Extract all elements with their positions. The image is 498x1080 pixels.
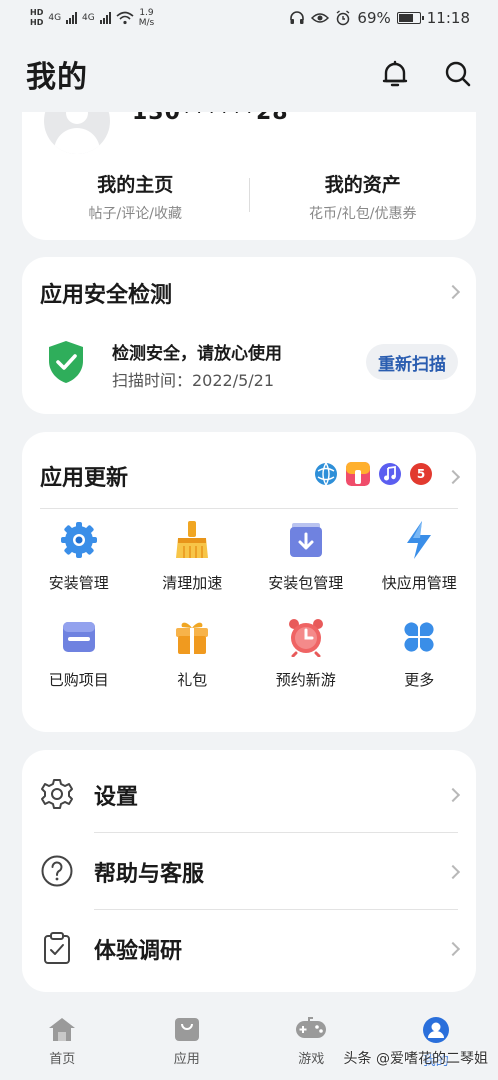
- broom-icon: [172, 520, 212, 560]
- my-homepage-link[interactable]: 我的主页 帖子/评论/收藏: [22, 170, 249, 223]
- hd-label-1: HD: [30, 8, 44, 17]
- security-status: 检测安全，请放心使用: [112, 344, 282, 364]
- page-title: 我的: [26, 60, 88, 95]
- settings-label: 设置: [94, 785, 139, 810]
- package-icon: [286, 520, 326, 560]
- grid-item-label: 已购项目: [48, 671, 109, 689]
- nav-label: 游戏: [298, 1052, 325, 1067]
- profile-links: 我的主页 帖子/评论/收藏 我的资产 花币/礼包/优惠券: [22, 170, 476, 223]
- quick-app-manager-item[interactable]: 快应用管理: [363, 520, 477, 593]
- purchased-item[interactable]: 已购项目: [22, 617, 136, 690]
- alarm-icon: [336, 10, 350, 26]
- grid-item-label: 快应用管理: [381, 574, 457, 592]
- eye-icon: [311, 13, 330, 23]
- scan-time: 扫描时间：2022/5/21: [112, 371, 275, 390]
- home-icon: [49, 1018, 76, 1041]
- header: 我的: [0, 36, 498, 112]
- grid-item-label: 清理加速: [162, 574, 223, 592]
- battery-icon: [396, 12, 424, 24]
- grid-item-label: 更多: [404, 671, 435, 689]
- signal-icon-2: [99, 12, 111, 24]
- tools-grid: 安装管理 清理加速 安装包管理 快应用管理 已购项目 礼包 预约新游 更多: [22, 520, 476, 690]
- theme-app-icon: [346, 462, 370, 486]
- settings-row[interactable]: 设置: [22, 756, 476, 834]
- update-app-icons[interactable]: 5: [314, 462, 432, 486]
- assets-title: 我的资产: [324, 174, 401, 196]
- wallet-icon: [59, 617, 99, 657]
- lightning-icon: [399, 520, 439, 560]
- nav-home[interactable]: 首页: [0, 1002, 125, 1080]
- hd-indicator: HD HD: [30, 8, 43, 28]
- homepage-title: 我的主页: [97, 174, 174, 196]
- clipboard-icon: [44, 932, 70, 964]
- gamepad-icon: [296, 1017, 327, 1038]
- chevron-right-icon: [445, 941, 461, 957]
- experience-survey-label: 体验调研: [94, 939, 183, 964]
- network-type-1: 4G: [48, 13, 62, 23]
- nav-apps[interactable]: 应用: [125, 1002, 250, 1080]
- user-icon: [422, 1017, 449, 1043]
- my-assets-link[interactable]: 我的资产 花币/礼包/优惠券: [250, 170, 477, 223]
- preorder-games-item[interactable]: 预约新游: [249, 617, 363, 690]
- clock-time: 11:18: [426, 9, 470, 27]
- help-service-label: 帮助与客服: [94, 862, 205, 887]
- grid-item-label: 礼包: [177, 671, 208, 689]
- app-update-card: 应用更新 5 安装管理 清理加速 安装包管理 快应用管理 已购项目 礼包 预约新…: [22, 432, 476, 732]
- rescan-button[interactable]: 重新扫描: [366, 344, 458, 380]
- nav-label: 应用: [173, 1052, 200, 1067]
- gift-icon: [172, 617, 212, 657]
- more-grid-icon: [399, 617, 439, 657]
- nav-label: 首页: [49, 1052, 76, 1067]
- network-type-2: 4G: [82, 13, 95, 23]
- shield-check-icon: [49, 341, 83, 383]
- grid-item-label: 安装管理: [48, 574, 109, 592]
- chevron-right-icon: [445, 469, 461, 485]
- experience-survey-row[interactable]: 体验调研: [22, 910, 476, 988]
- headphones-icon: [290, 11, 305, 24]
- header-actions: [382, 60, 472, 88]
- homepage-subtitle: 帖子/评论/收藏: [88, 206, 182, 222]
- app-update-title[interactable]: 应用更新: [40, 460, 128, 492]
- speed-value: 1.9: [139, 8, 154, 18]
- install-manager-item[interactable]: 安装管理: [22, 520, 136, 593]
- chevron-right-icon: [445, 284, 461, 300]
- grid-item-label: 安装包管理: [268, 574, 344, 592]
- watermark: 头条 @爱嗜花的二琴姐: [343, 1051, 488, 1067]
- bottom-nav: 首页 应用 游戏 我的: [0, 1002, 498, 1080]
- nav-mine[interactable]: 我的: [374, 1002, 498, 1080]
- music-app-icon: [379, 463, 401, 485]
- assets-subtitle: 花币/礼包/优惠券: [309, 206, 417, 222]
- search-icon[interactable]: [444, 60, 472, 88]
- gear-icon: [59, 520, 99, 560]
- package-manager-item[interactable]: 安装包管理: [249, 520, 363, 593]
- more-item[interactable]: 更多: [363, 617, 477, 690]
- help-service-row[interactable]: 帮助与客服: [22, 833, 476, 911]
- wifi-icon: [116, 11, 134, 25]
- help-icon: [41, 855, 73, 887]
- chevron-right-icon: [445, 864, 461, 880]
- security-check-card[interactable]: 应用安全检测 检测安全，请放心使用 扫描时间：2022/5/21 重新扫描: [22, 257, 476, 414]
- chevron-right-icon: [445, 787, 461, 803]
- divider: [40, 508, 458, 509]
- nav-games[interactable]: 游戏: [249, 1002, 374, 1080]
- security-title: 应用安全检测: [40, 283, 173, 308]
- browser-app-icon: [315, 462, 337, 486]
- speed-unit: M/s: [138, 18, 155, 28]
- battery-percent: 69%: [357, 9, 391, 27]
- grid-item-label: 预约新游: [275, 671, 336, 689]
- status-bar-left: HD HD 4G 4G 1.9 M/s: [30, 8, 154, 28]
- update-count-badge: 5: [410, 463, 432, 485]
- clean-speedup-item[interactable]: 清理加速: [136, 520, 250, 593]
- shopping-bag-icon: [174, 1018, 199, 1041]
- notification-bell-icon[interactable]: [382, 60, 408, 88]
- settings-card: 设置 帮助与客服 体验调研: [22, 750, 476, 992]
- hd-label-2: HD: [30, 18, 44, 27]
- signal-icon: [66, 12, 78, 24]
- gift-item[interactable]: 礼包: [136, 617, 250, 690]
- status-bar: HD HD 4G 4G 1.9 M/s 69% 11:18: [0, 0, 498, 36]
- gear-outline-icon: [41, 779, 73, 809]
- alarm-clock-icon: [286, 617, 326, 657]
- status-bar-right: 69% 11:18: [289, 9, 470, 27]
- network-speed: 1.9 M/s: [139, 8, 155, 28]
